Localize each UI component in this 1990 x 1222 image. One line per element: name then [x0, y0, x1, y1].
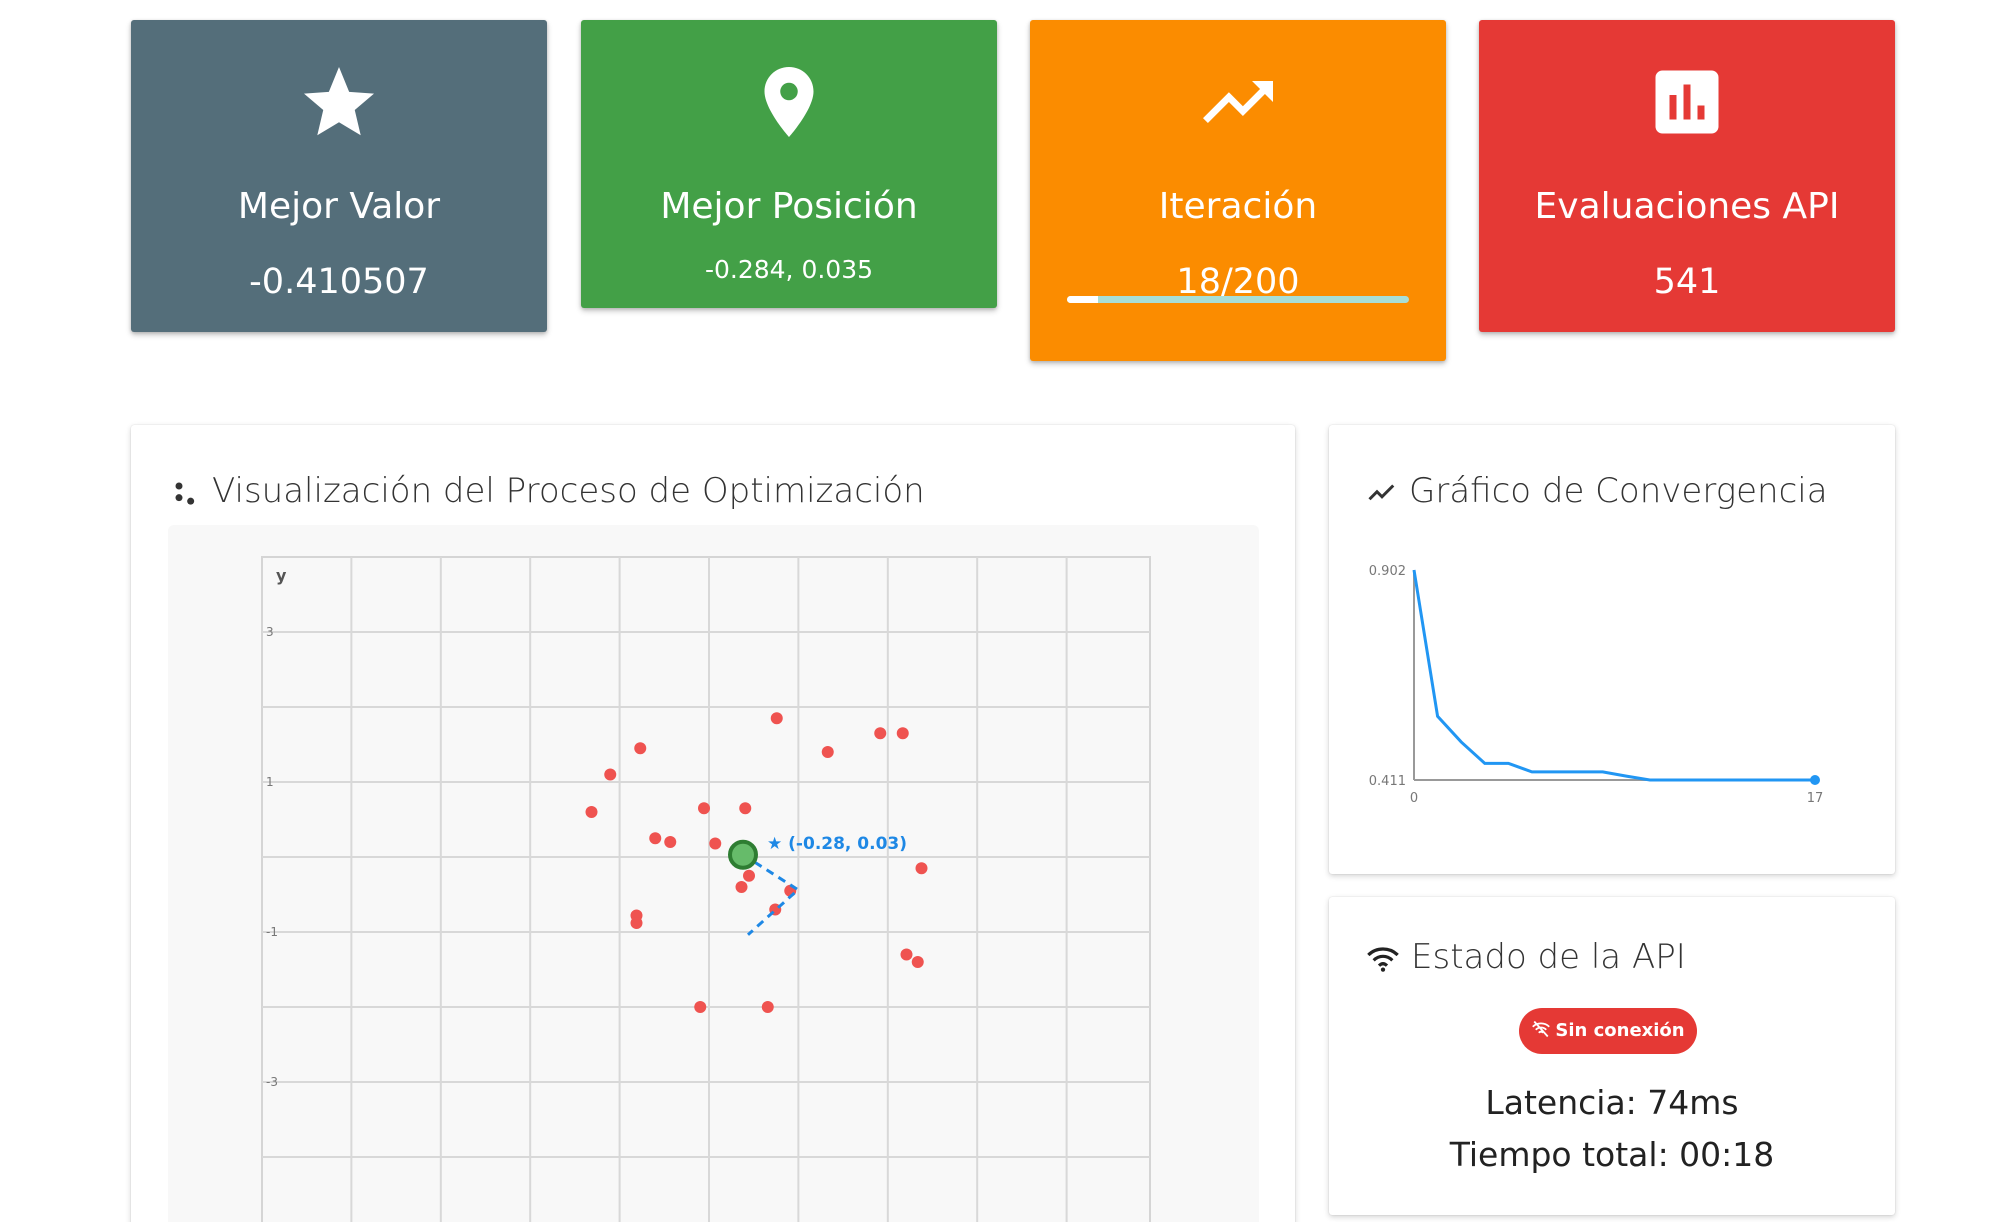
- y-tick-label: 0.902: [1369, 564, 1406, 579]
- particle-point: [743, 869, 755, 882]
- particle-point: [694, 1001, 707, 1013]
- star-icon: [304, 67, 374, 136]
- y-tick-label: 0.411: [1369, 774, 1406, 789]
- y-tick-label: -3: [266, 1075, 278, 1089]
- particle-point: [874, 727, 887, 740]
- scatter-dots-icon: [175, 482, 195, 505]
- panel-title-text: Estado de la API: [1411, 937, 1686, 977]
- particle-point: [911, 956, 924, 968]
- stat-title: Mejor Valor: [237, 186, 441, 227]
- y-tick-label: 1: [266, 775, 274, 789]
- y-axis-label: y: [276, 566, 287, 585]
- x-tick-label: 17: [1807, 791, 1824, 806]
- stat-title: Evaluaciones API: [1534, 186, 1840, 227]
- particle-point: [649, 832, 662, 845]
- particle-point: [630, 917, 643, 929]
- connection-status-badge: Sin conexión: [1519, 1008, 1697, 1054]
- status-text: Sin conexión: [1555, 1020, 1685, 1041]
- wifi-icon: [1367, 946, 1399, 972]
- convergence-line-chart: 0.902 0.411 0 17: [1369, 564, 1824, 806]
- particle-point: [698, 802, 710, 815]
- convergence-panel: Gráfico de Convergencia 0.902 0.411 0 17: [1329, 425, 1895, 874]
- best-position-label: ★ (-0.28, 0.03): [767, 834, 907, 854]
- stat-card-best-value: Mejor Valor -0.410507: [131, 20, 547, 332]
- best-position-point: [728, 839, 758, 870]
- particle-point: [770, 712, 783, 725]
- particle-point: [664, 836, 677, 848]
- stat-value: 541: [1653, 262, 1721, 302]
- total-time-text: Tiempo total: 00:18: [1449, 1135, 1775, 1174]
- bar-chart-icon: [1655, 70, 1719, 134]
- panel-title: Visualización del Proceso de Optimizació…: [172, 471, 925, 511]
- particle-point: [604, 768, 617, 781]
- optimization-visualization-panel: Visualización del Proceso de Optimizació…: [131, 425, 1295, 1222]
- panel-title: Estado de la API: [1367, 937, 1686, 977]
- plot-frame: [261, 556, 1151, 1222]
- stat-card-api-evaluations: Evaluaciones API 541: [1479, 20, 1895, 332]
- convergence-series-line: [1412, 569, 1815, 782]
- panel-title-text: Visualización del Proceso de Optimizació…: [212, 471, 925, 511]
- stat-card-iteration: Iteración 18/200: [1030, 20, 1446, 361]
- stat-card-best-position: Mejor Posición -0.284, 0.035: [581, 20, 997, 308]
- particle-point: [585, 806, 598, 818]
- x-tick-label: 0: [1410, 791, 1418, 806]
- stat-title: Mejor Posición: [660, 186, 918, 227]
- stat-value: -0.284, 0.035: [704, 255, 874, 284]
- last-point-marker: [1810, 775, 1820, 785]
- particle-point: [739, 802, 752, 815]
- particle-point: [709, 837, 722, 850]
- wifi-off-icon: [1532, 1020, 1551, 1038]
- optimization-scatter-chart: y 3 1 -1 -3 ★ (-0.28, 0.03): [261, 556, 1151, 1222]
- api-status-panel: Estado de la API Sin conexión Latencia: …: [1329, 897, 1895, 1215]
- particle-point: [761, 1001, 774, 1013]
- particle-point: [735, 881, 748, 893]
- iteration-progress-bar: [1067, 296, 1409, 303]
- particle-point: [634, 742, 647, 755]
- y-tick-label: -1: [266, 925, 278, 939]
- trending-up-icon: [1203, 81, 1273, 123]
- particle-point: [900, 948, 913, 961]
- stat-value: -0.410507: [249, 262, 429, 302]
- y-tick-label: 3: [266, 625, 274, 639]
- plot-area: y 3 1 -1 -3 ★ (-0.28, 0.03): [168, 525, 1259, 1222]
- particle-point: [896, 727, 909, 740]
- latency-text: Latencia: 74ms: [1485, 1083, 1739, 1122]
- particle-point: [821, 746, 834, 758]
- location-pin-icon: [764, 67, 814, 137]
- progress-fill: [1067, 296, 1098, 303]
- stat-title: Iteración: [1158, 186, 1318, 227]
- particle-point: [915, 862, 928, 875]
